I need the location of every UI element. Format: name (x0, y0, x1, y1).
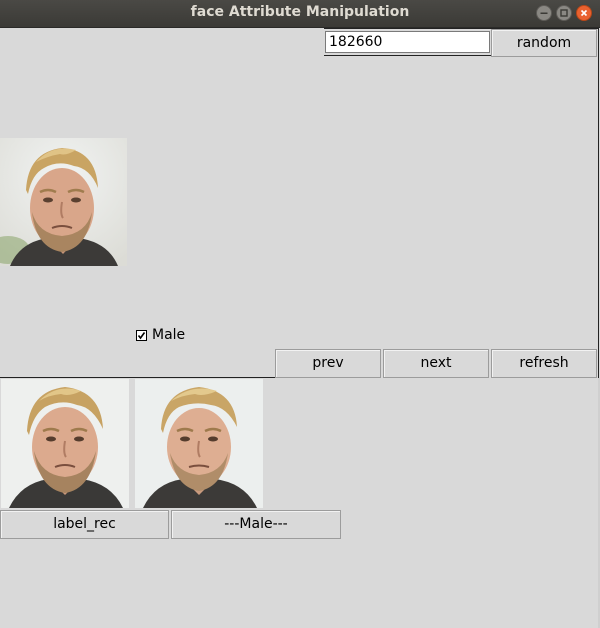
image-index-input[interactable] (325, 31, 490, 53)
title-bar[interactable]: face Attribute Manipulation (0, 0, 600, 28)
random-button[interactable]: random (491, 29, 597, 57)
input-underline (324, 55, 492, 56)
app-body: random Male (0, 28, 600, 628)
window-title: face Attribute Manipulation (190, 4, 410, 20)
reconstructed-face-image (1, 379, 129, 508)
refresh-button[interactable]: refresh (491, 349, 597, 378)
section-divider (0, 377, 275, 378)
maximize-icon[interactable] (556, 5, 572, 21)
male-checkbox[interactable] (136, 330, 147, 341)
source-face-image (0, 138, 127, 266)
close-icon[interactable] (576, 5, 592, 21)
minimize-icon[interactable] (536, 5, 552, 21)
next-button[interactable]: next (383, 349, 489, 378)
manipulated-face-image (135, 379, 263, 508)
label-rec-button[interactable]: label_rec (0, 510, 169, 539)
male-checkbox-label: Male (152, 327, 186, 343)
attribute-male-button[interactable]: ---Male--- (171, 510, 341, 539)
prev-button[interactable]: prev (275, 349, 381, 378)
